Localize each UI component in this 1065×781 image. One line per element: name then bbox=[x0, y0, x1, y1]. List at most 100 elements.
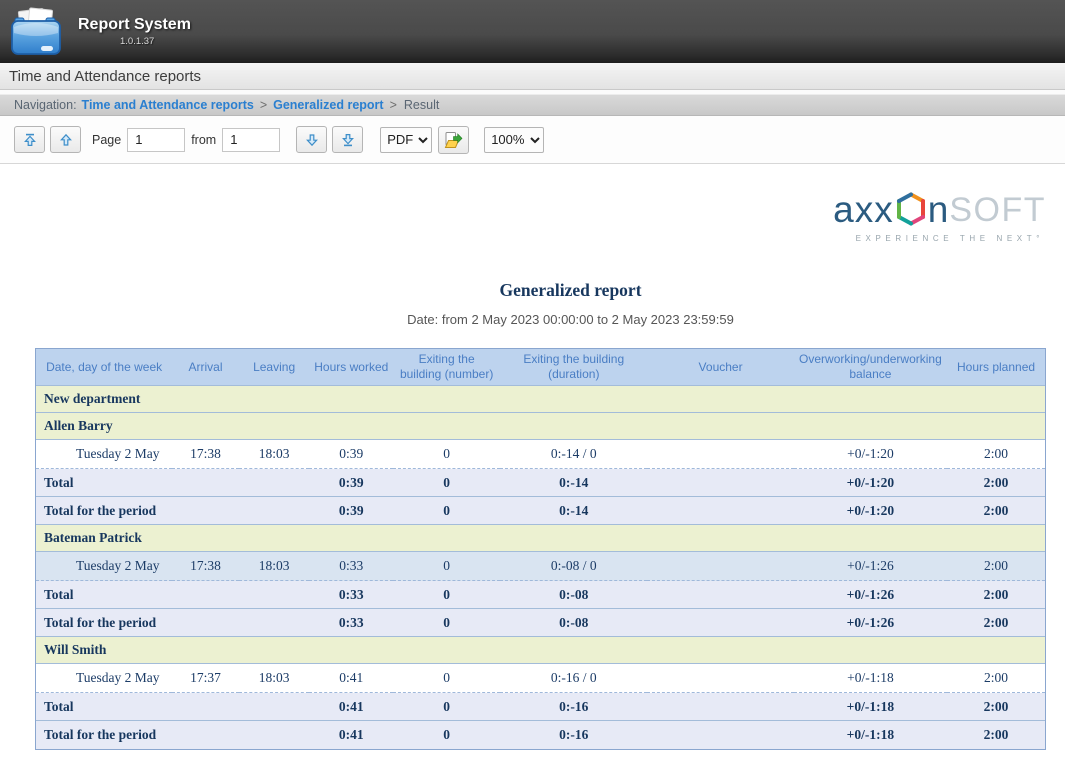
value-cell bbox=[239, 497, 310, 525]
value-cell bbox=[239, 693, 310, 721]
page-input[interactable] bbox=[127, 128, 185, 152]
total-label: Total for the period bbox=[36, 721, 172, 749]
total-row: Total for the period0:3300:-08+0/-1:262:… bbox=[36, 609, 1045, 637]
last-page-button[interactable] bbox=[332, 126, 363, 153]
value-cell: 2:00 bbox=[947, 581, 1045, 609]
breadcrumb-separator: > bbox=[390, 98, 397, 112]
brand-text-n: n bbox=[928, 191, 950, 228]
value-cell bbox=[647, 581, 793, 609]
date-cell: Tuesday 2 May bbox=[36, 440, 172, 469]
breadcrumb-link-generalized-report[interactable]: Generalized report bbox=[273, 98, 383, 112]
zoom-select[interactable]: 100% bbox=[484, 127, 544, 153]
report-system-logo-icon bbox=[8, 5, 64, 59]
value-cell bbox=[647, 552, 793, 581]
group-row-person: Will Smith bbox=[36, 637, 1045, 664]
value-cell: 0 bbox=[393, 581, 500, 609]
value-cell bbox=[647, 693, 793, 721]
value-cell: 0 bbox=[393, 693, 500, 721]
report-table-head-row: Date, day of the weekArrivalLeaving Hours… bbox=[36, 349, 1045, 386]
value-cell: 18:03 bbox=[239, 440, 310, 469]
section-title: Time and Attendance reports bbox=[9, 68, 201, 85]
prev-page-button[interactable] bbox=[50, 126, 81, 153]
breadcrumb: Navigation: Time and Attendance reports … bbox=[0, 94, 1065, 116]
value-cell: 0:-14 / 0 bbox=[500, 440, 647, 469]
format-select[interactable]: PDF bbox=[380, 127, 432, 153]
value-cell bbox=[647, 721, 793, 749]
value-cell bbox=[647, 469, 793, 497]
column-header: Overworking/underworking balance bbox=[794, 349, 947, 386]
group-label: Allen Barry bbox=[36, 413, 1045, 440]
value-cell: 17:38 bbox=[172, 440, 239, 469]
total-label: Total bbox=[36, 581, 172, 609]
group-label: New department bbox=[36, 386, 1045, 413]
value-cell: +0/-1:26 bbox=[794, 581, 947, 609]
total-row: Total0:4100:-16+0/-1:182:00 bbox=[36, 693, 1045, 721]
total-row: Total0:3900:-14+0/-1:202:00 bbox=[36, 469, 1045, 497]
value-cell: +0/-1:26 bbox=[794, 609, 947, 637]
value-cell: 2:00 bbox=[947, 664, 1045, 693]
pager-toolbar: Page from PDF 100% bbox=[0, 116, 1065, 164]
value-cell bbox=[239, 609, 310, 637]
group-row-person: Bateman Patrick bbox=[36, 525, 1045, 552]
value-cell: 2:00 bbox=[947, 469, 1045, 497]
value-cell: 2:00 bbox=[947, 693, 1045, 721]
total-label: Total for the period bbox=[36, 497, 172, 525]
value-cell: 0 bbox=[393, 469, 500, 497]
value-cell: 0 bbox=[393, 721, 500, 749]
first-page-button[interactable] bbox=[14, 126, 45, 153]
value-cell: 0:-16 / 0 bbox=[500, 664, 647, 693]
section-bar: Time and Attendance reports bbox=[0, 63, 1065, 90]
column-header: Date, day of the week bbox=[36, 349, 172, 386]
value-cell: 0 bbox=[393, 609, 500, 637]
page-count-input[interactable] bbox=[222, 128, 280, 152]
value-cell: +0/-1:18 bbox=[794, 721, 947, 749]
column-header: Arrival bbox=[172, 349, 239, 386]
value-cell bbox=[239, 469, 310, 497]
value-cell: 0 bbox=[393, 440, 500, 469]
breadcrumb-current: Result bbox=[404, 98, 439, 112]
hexagon-icon bbox=[896, 192, 926, 226]
report-table: Date, day of the weekArrivalLeaving Hours… bbox=[35, 348, 1046, 750]
total-label: Total bbox=[36, 469, 172, 497]
brand-text-axx: axx bbox=[833, 191, 894, 228]
total-label: Total bbox=[36, 693, 172, 721]
brand-tagline: EXPERIENCE THE NEXT° bbox=[856, 234, 1046, 243]
export-icon bbox=[444, 131, 463, 149]
value-cell: +0/-1:20 bbox=[794, 469, 947, 497]
value-cell bbox=[647, 440, 793, 469]
date-cell: Tuesday 2 May bbox=[36, 552, 172, 581]
group-row-person: Allen Barry bbox=[36, 413, 1045, 440]
breadcrumb-link-reports[interactable]: Time and Attendance reports bbox=[82, 98, 254, 112]
value-cell: 0 bbox=[393, 664, 500, 693]
value-cell bbox=[647, 609, 793, 637]
value-cell: 0:39 bbox=[309, 497, 393, 525]
app-title: Report System bbox=[78, 16, 191, 34]
value-cell bbox=[172, 609, 239, 637]
group-label: Bateman Patrick bbox=[36, 525, 1045, 552]
axxonsoft-logo: axx n SOFT EXPERIENCE THE NEXT° bbox=[35, 191, 1046, 243]
value-cell: 17:37 bbox=[172, 664, 239, 693]
value-cell: 0:-08 bbox=[500, 609, 647, 637]
column-header: Leaving bbox=[239, 349, 310, 386]
value-cell: 0 bbox=[393, 552, 500, 581]
value-cell: 0:41 bbox=[309, 664, 393, 693]
value-cell bbox=[172, 693, 239, 721]
prev-page-icon bbox=[58, 132, 74, 148]
export-button[interactable] bbox=[438, 126, 469, 154]
value-cell bbox=[239, 581, 310, 609]
value-cell: 0:-16 bbox=[500, 693, 647, 721]
value-cell: +0/-1:20 bbox=[794, 440, 947, 469]
column-header: Exiting the building (number) bbox=[393, 349, 500, 386]
value-cell: 18:03 bbox=[239, 552, 310, 581]
page-label: Page bbox=[92, 133, 121, 147]
value-cell: +0/-1:20 bbox=[794, 497, 947, 525]
value-cell: 0:41 bbox=[309, 721, 393, 749]
column-header: Hours planned bbox=[947, 349, 1045, 386]
column-header: Exiting the building (duration) bbox=[500, 349, 647, 386]
value-cell: 0:41 bbox=[309, 693, 393, 721]
report-date-range: Date: from 2 May 2023 00:00:00 to 2 May … bbox=[65, 312, 1065, 327]
value-cell: 0:-16 bbox=[500, 721, 647, 749]
app-header: Report System 1.0.1.37 bbox=[0, 0, 1065, 63]
value-cell: 0:-08 / 0 bbox=[500, 552, 647, 581]
next-page-button[interactable] bbox=[296, 126, 327, 153]
